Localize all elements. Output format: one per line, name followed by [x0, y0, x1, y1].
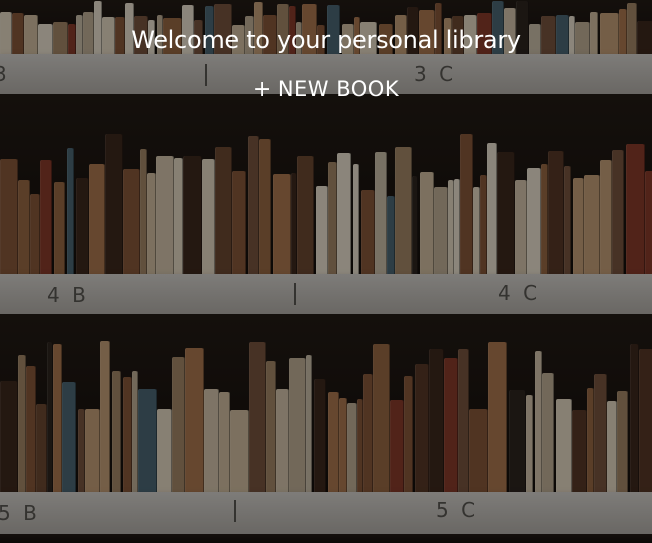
page-title: Welcome to your personal library	[131, 26, 521, 54]
plus-icon: +	[252, 76, 272, 102]
new-book-label: NEW BOOK	[277, 77, 400, 101]
new-book-button[interactable]: + NEW BOOK	[226, 72, 426, 106]
